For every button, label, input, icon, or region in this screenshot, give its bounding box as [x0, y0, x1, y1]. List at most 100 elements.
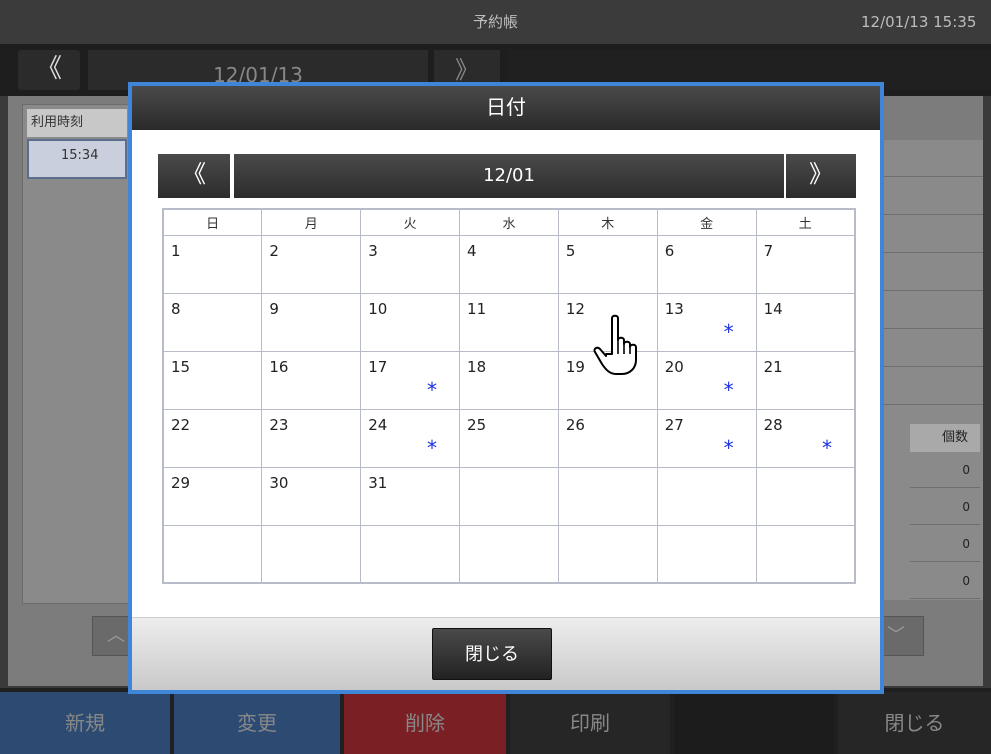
calendar-day-cell[interactable]: 31 — [360, 466, 461, 526]
day-number: 25 — [467, 415, 487, 434]
calendar-empty-cell — [656, 524, 757, 584]
quantity-cell: 0 — [910, 526, 980, 562]
calendar-day-cell[interactable]: 9 — [261, 292, 362, 352]
day-number: 31 — [368, 473, 388, 492]
day-number: 28 — [763, 415, 783, 434]
calendar-day-cell[interactable]: 6 — [656, 234, 757, 294]
prev-month-button[interactable]: 《 — [158, 154, 230, 198]
calendar-empty-cell — [557, 524, 658, 584]
day-number: 3 — [368, 241, 378, 260]
edit-button[interactable]: 変更 — [174, 692, 340, 754]
quantity-header: 個数 — [910, 424, 980, 452]
calendar-week-row — [162, 524, 856, 584]
calendar-empty-cell — [360, 524, 461, 584]
calendar-week-row: 8 9 10 11 12 13 * 14 — [162, 292, 856, 352]
day-number: 5 — [565, 241, 576, 260]
calendar-day-cell[interactable]: 13 * — [656, 292, 757, 352]
calendar-day-cell[interactable]: 4 — [459, 234, 559, 294]
day-number: 16 — [269, 357, 289, 376]
toolbar-spacer — [674, 692, 834, 754]
day-number: 12 — [565, 299, 585, 318]
calendar-day-cell[interactable]: 21 — [755, 350, 856, 410]
calendar-day-cell[interactable]: 24 * — [360, 408, 461, 468]
calendar-day-cell[interactable]: 30 — [261, 466, 362, 526]
weekday-label: 木 — [557, 208, 658, 236]
calendar-empty-cell — [261, 524, 362, 584]
reservation-mark-icon: * — [723, 377, 734, 402]
calendar-empty-cell — [557, 466, 658, 526]
calendar-day-cell[interactable]: 25 — [459, 408, 559, 468]
time-cell[interactable]: 15:34 — [27, 139, 127, 179]
calendar-day-cell[interactable]: 20 * — [656, 350, 757, 410]
day-number: 18 — [467, 357, 487, 376]
reservation-mark-icon: * — [427, 435, 438, 460]
calendar-empty-cell — [755, 524, 856, 584]
day-number: 19 — [565, 357, 585, 376]
day-number: 21 — [763, 357, 783, 376]
calendar-day-cell[interactable]: 16 — [261, 350, 362, 410]
hand-pointer-icon — [593, 314, 637, 375]
day-number: 10 — [368, 299, 388, 318]
day-number: 11 — [467, 299, 487, 318]
weekday-label: 月 — [261, 208, 362, 236]
day-number: 14 — [763, 299, 783, 318]
calendar-day-cell[interactable]: 26 — [557, 408, 658, 468]
quantity-column: 個数 0 0 0 0 — [880, 140, 983, 600]
calendar-day-cell[interactable]: 10 — [360, 292, 461, 352]
day-number: 2 — [269, 241, 279, 260]
close-dialog-button[interactable]: 閉じる — [432, 628, 552, 680]
calendar-body: 1 2 3 4 5 6 7 8 9 10 11 12 13 * 14 15 16 17 * 18 19 20 * 21 22 23… — [162, 234, 856, 584]
calendar-day-cell[interactable]: 7 — [755, 234, 856, 294]
row-divider — [880, 366, 983, 367]
calendar-week-row: 29 30 31 — [162, 466, 856, 526]
day-number: 23 — [269, 415, 289, 434]
calendar-day-cell[interactable]: 2 — [261, 234, 362, 294]
calendar-day-cell[interactable]: 17 * — [360, 350, 461, 410]
day-number: 4 — [467, 241, 477, 260]
weekday-label: 金 — [656, 208, 757, 236]
clock: 12/01/13 15:35 — [861, 13, 977, 31]
weekday-label: 土 — [755, 208, 856, 236]
day-number: 29 — [171, 473, 191, 492]
reservation-mark-icon: * — [822, 435, 832, 460]
calendar-month: 12/01 — [234, 154, 784, 198]
quantity-cell: 0 — [910, 563, 980, 599]
day-number: 6 — [664, 241, 675, 260]
day-number: 30 — [269, 473, 289, 492]
print-button[interactable]: 印刷 — [510, 692, 670, 754]
calendar-day-cell[interactable]: 23 — [261, 408, 362, 468]
calendar-day-cell[interactable]: 27 * — [656, 408, 757, 468]
calendar-day-cell[interactable]: 14 — [755, 292, 856, 352]
row-divider — [880, 252, 983, 253]
calendar-day-cell[interactable]: 3 — [360, 234, 461, 294]
calendar-day-cell[interactable]: 5 — [557, 234, 658, 294]
day-number: 13 — [664, 299, 684, 318]
calendar-day-cell[interactable]: 18 — [459, 350, 559, 410]
calendar-day-cell[interactable]: 28 * — [755, 408, 856, 468]
close-app-button[interactable]: 閉じる — [838, 692, 991, 754]
calendar-day-cell[interactable]: 15 — [162, 350, 263, 410]
dialog-body: 《 12/01 》 日月火水木金土 1 2 3 4 5 6 7 8 9 10 11 12 13 * 14 15… — [132, 130, 880, 618]
row-divider — [880, 328, 983, 329]
prev-date-button[interactable]: 《 — [18, 50, 80, 90]
time-column: 利用時刻 15:34 — [22, 104, 132, 604]
calendar-grid: 日月火水木金土 1 2 3 4 5 6 7 8 9 10 11 12 13 * 14 15 16 17 * 18 19 2… — [162, 208, 856, 584]
next-month-button[interactable]: 》 — [786, 154, 856, 198]
delete-button[interactable]: 削除 — [344, 692, 506, 754]
calendar-day-cell[interactable]: 8 — [162, 292, 263, 352]
dialog-footer: 閉じる — [132, 618, 880, 690]
calendar-day-cell[interactable]: 1 — [162, 234, 263, 294]
calendar-week-row: 1 2 3 4 5 6 7 — [162, 234, 856, 294]
calendar-day-cell[interactable]: 29 — [162, 466, 263, 526]
calendar-day-cell[interactable]: 22 — [162, 408, 263, 468]
day-number: 17 — [368, 357, 388, 376]
calendar-empty-cell — [656, 466, 757, 526]
day-number: 1 — [171, 241, 181, 260]
bottom-toolbar: 新規 変更 削除 印刷 閉じる — [0, 688, 991, 754]
calendar-week-row: 22 23 24 * 25 26 27 * 28 * — [162, 408, 856, 468]
reservation-mark-icon: * — [723, 319, 734, 344]
day-number: 22 — [171, 415, 191, 434]
calendar-day-cell[interactable]: 11 — [459, 292, 559, 352]
new-button[interactable]: 新規 — [0, 692, 170, 754]
calendar-week-row: 15 16 17 * 18 19 20 * 21 — [162, 350, 856, 410]
